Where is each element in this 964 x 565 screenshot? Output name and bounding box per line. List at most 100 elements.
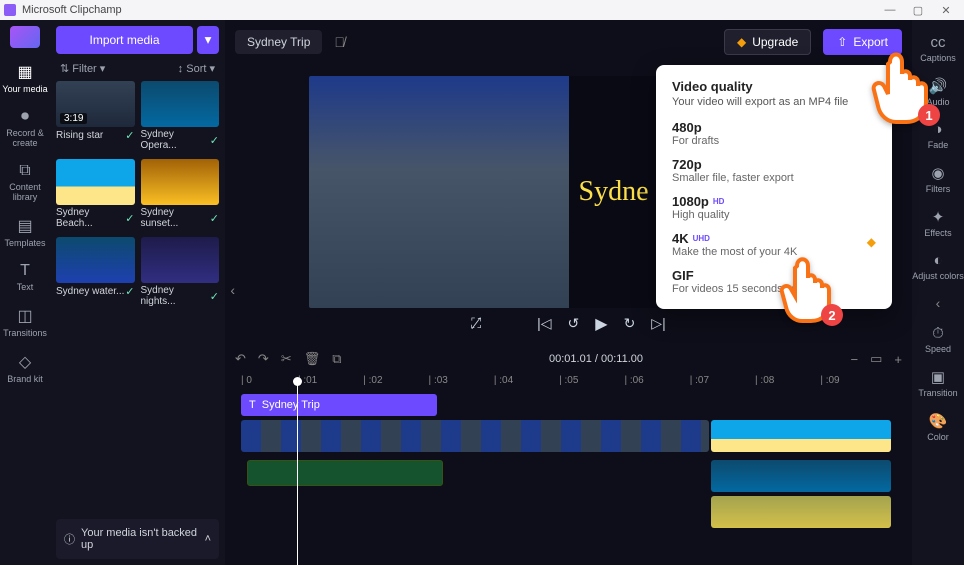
preview-frame <box>309 76 569 308</box>
media-panel: Import media ▾ ⇅ Filter ▾ ↕ Sort ▾ 3:19 … <box>50 20 225 565</box>
delete-button[interactable]: 🗑 <box>304 351 321 367</box>
rewind-button[interactable]: ↺ <box>568 315 580 332</box>
color-icon: 🎨 <box>927 412 949 430</box>
export-option-1080p[interactable]: 1080pHD High quality <box>672 194 876 221</box>
close-button[interactable]: ✕ <box>932 4 960 17</box>
video-clip[interactable] <box>711 496 891 528</box>
fullscreen-off-icon[interactable]: ⛶̸ <box>471 315 481 332</box>
hd-badge: HD <box>713 197 725 206</box>
zoom-out-button[interactable]: − <box>851 352 859 367</box>
nav-your-media[interactable]: ▦Your media <box>0 56 50 102</box>
split-button[interactable]: ✂ <box>281 351 292 367</box>
premium-diamond-icon: ◆ <box>867 235 876 249</box>
timeline: ↶ ↷ ✂ 🗑 ⧉ 00:01.01 / 00:11.00 − ▭ + 0:01… <box>225 345 912 565</box>
topbar: Sydney Trip 👁̸ ◆Upgrade ⇧Export <box>225 20 912 64</box>
sort-control[interactable]: ↕ Sort ▾ <box>178 62 215 75</box>
skip-end-button[interactable]: ▷| <box>651 315 665 332</box>
audio-clip[interactable] <box>247 460 443 486</box>
rr-effects[interactable]: ✦Effects <box>924 202 951 244</box>
camera-icon: ⏺ <box>0 108 50 126</box>
playback-controls: ⛶̸ |◁ ↺ ▶ ↻ ▷| <box>471 314 665 334</box>
upload-icon: ⇧ <box>837 35 847 49</box>
library-icon: ⧉ <box>0 162 50 180</box>
forward-button[interactable]: ↻ <box>624 315 636 332</box>
speed-icon: ⏱ <box>925 325 951 342</box>
media-item[interactable]: 3:19 Rising star✓ <box>56 81 135 153</box>
annotation-hand-2: 2 <box>775 250 839 329</box>
chevron-up-icon: ˄ <box>205 533 211 545</box>
rr-adjust-colors[interactable]: ◐Adjust colors <box>912 246 964 287</box>
nav-record-create[interactable]: ⏺Record & create <box>0 102 50 156</box>
video-clip[interactable] <box>711 420 891 452</box>
export-option-720p[interactable]: 720p Smaller file, faster export <box>672 157 876 184</box>
timeline-ruler[interactable]: 0:01:02:03:04:05:06:07:08:09 <box>235 371 902 392</box>
check-icon: ✓ <box>125 212 134 225</box>
filters-icon: ◉ <box>926 164 951 182</box>
app-title: Microsoft Clipchamp <box>22 4 122 16</box>
media-item[interactable]: Sydney nights...✓ <box>141 237 220 309</box>
backup-warning[interactable]: ⓘ Your media isn't backed up ˄ <box>56 519 219 559</box>
export-option-4k[interactable]: 4KUHD Make the most of your 4K ◆ <box>672 231 876 258</box>
redo-button[interactable]: ↷ <box>258 351 269 367</box>
check-icon: ✓ <box>125 129 134 142</box>
popover-title: Video quality <box>672 79 876 94</box>
nav-content-library[interactable]: ⧉Content library <box>0 156 50 210</box>
adjust-icon: ◐ <box>912 252 964 269</box>
nav-brand-kit[interactable]: ◇Brand kit <box>0 346 50 392</box>
transitions-icon: ◫ <box>0 306 50 326</box>
undo-button[interactable]: ↶ <box>235 351 246 367</box>
nav-transitions[interactable]: ◫Transitions <box>0 300 50 346</box>
maximize-button[interactable]: ▢ <box>904 4 932 17</box>
media-grid: 3:19 Rising star✓ Sydney Opera...✓ Sydne… <box>56 81 219 309</box>
rr-speed[interactable]: ⏱Speed <box>925 319 951 360</box>
import-media-button[interactable]: Import media <box>56 26 193 54</box>
rr-transition[interactable]: ▣Transition <box>918 362 957 404</box>
media-thumb <box>56 159 135 205</box>
clipchamp-logo <box>10 26 40 48</box>
export-option-gif[interactable]: GIF For videos 15 seconds or less <box>672 268 876 295</box>
popover-subtitle: Your video will export as an MP4 file <box>672 96 876 108</box>
media-icon: ▦ <box>0 62 50 82</box>
playhead[interactable] <box>297 383 298 565</box>
media-item[interactable]: Sydney Beach...✓ <box>56 159 135 231</box>
app-icon <box>4 4 16 16</box>
nav-text[interactable]: TText <box>0 256 50 300</box>
text-clip[interactable]: TSydney Trip <box>241 394 437 416</box>
text-icon: T <box>249 399 256 411</box>
check-icon: ✓ <box>210 212 219 225</box>
minimize-button[interactable]: — <box>876 4 904 16</box>
check-icon: ✓ <box>210 290 219 303</box>
zoom-in-button[interactable]: + <box>894 352 902 367</box>
rr-color[interactable]: 🎨Color <box>927 406 949 448</box>
media-thumb <box>141 159 220 205</box>
export-option-480p[interactable]: 480p For drafts <box>672 120 876 147</box>
skip-start-button[interactable]: |◁ <box>537 315 551 332</box>
play-button[interactable]: ▶ <box>595 314 607 334</box>
rr-filters[interactable]: ◉Filters <box>926 158 951 200</box>
filter-control[interactable]: ⇅ Filter ▾ <box>60 62 105 75</box>
media-item[interactable]: Sydney Opera...✓ <box>141 81 220 153</box>
visibility-off-icon[interactable]: 👁̸ <box>334 34 345 50</box>
duplicate-button[interactable]: ⧉ <box>332 351 341 367</box>
text-icon: T <box>0 262 50 280</box>
video-clip[interactable] <box>711 460 891 492</box>
media-thumb <box>141 81 220 127</box>
upgrade-button[interactable]: ◆Upgrade <box>724 29 811 55</box>
brandkit-icon: ◇ <box>0 352 50 372</box>
effects-icon: ✦ <box>924 208 951 226</box>
media-thumb <box>56 237 135 283</box>
annotation-hand-1: 1 <box>866 44 936 129</box>
uhd-badge: UHD <box>693 234 710 243</box>
collapse-right-rail[interactable]: ‹ <box>936 295 941 311</box>
video-clip[interactable] <box>241 420 709 452</box>
media-item[interactable]: Sydney sunset...✓ <box>141 159 220 231</box>
project-name-input[interactable]: Sydney Trip <box>235 30 322 54</box>
export-quality-popover: Video quality Your video will export as … <box>656 65 892 309</box>
nav-templates[interactable]: ▤Templates <box>0 210 50 256</box>
media-item[interactable]: Sydney water...✓ <box>56 237 135 309</box>
time-readout: 00:01.01 / 00:11.00 <box>549 353 643 365</box>
import-media-more-button[interactable]: ▾ <box>197 26 219 54</box>
media-thumb: 3:19 <box>56 81 135 127</box>
zoom-fit-button[interactable]: ▭ <box>870 351 882 367</box>
check-icon: ✓ <box>210 134 219 147</box>
